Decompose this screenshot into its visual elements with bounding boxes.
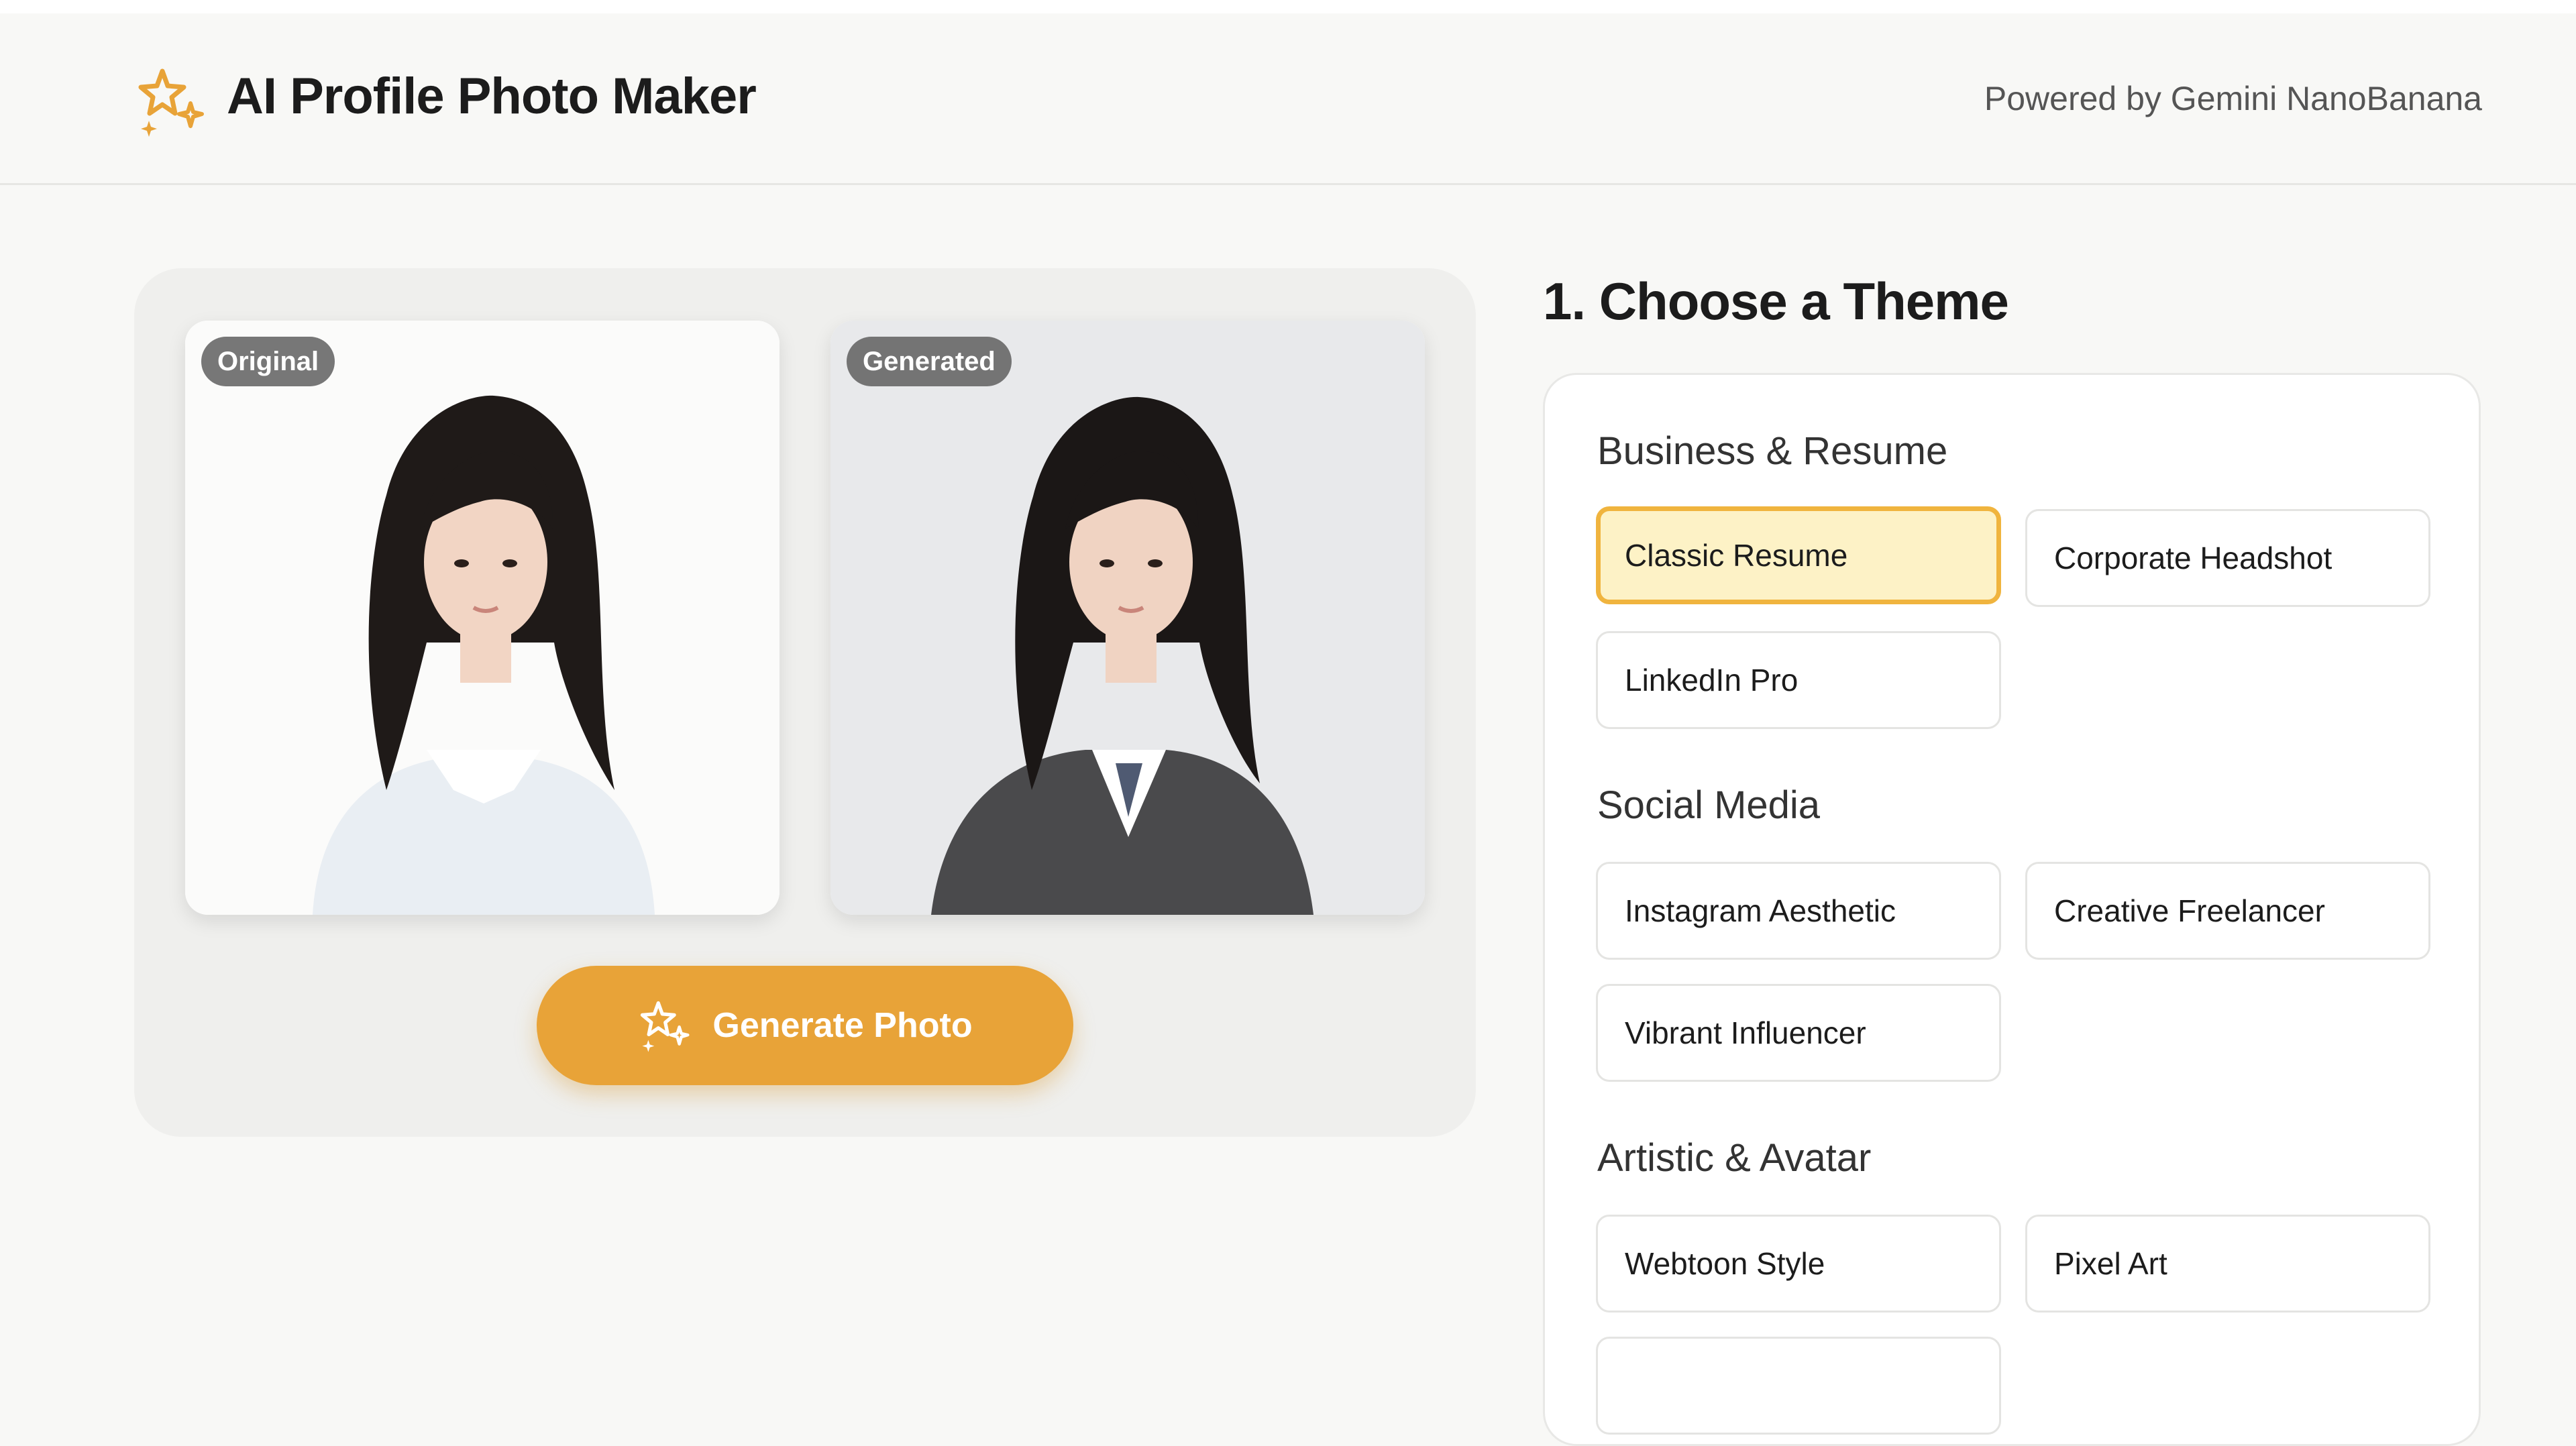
app-title: AI Profile Photo Maker bbox=[227, 68, 757, 125]
theme-linkedin-pro[interactable]: LinkedIn Pro bbox=[1596, 631, 2001, 729]
window-top-strip bbox=[0, 0, 2576, 13]
theme-creative-freelancer[interactable]: Creative Freelancer bbox=[2025, 862, 2430, 960]
original-photo-card: Original bbox=[185, 321, 780, 915]
group-title-social-media: Social Media bbox=[1597, 783, 1821, 827]
powered-by-text: Powered by Gemini NanoBanana bbox=[1984, 80, 2482, 117]
generated-photo bbox=[830, 321, 1425, 915]
sparkles-icon bbox=[641, 1001, 690, 1052]
photo-preview-panel: Original Generated Generate Photo bbox=[134, 268, 1476, 1137]
group-title-artistic-avatar: Artistic & Avatar bbox=[1597, 1136, 1872, 1180]
generate-photo-label: Generate Photo bbox=[712, 1006, 973, 1045]
theme-panel: Business & Resume Classic Resume Corpora… bbox=[1543, 373, 2481, 1446]
theme-pixel-art[interactable]: Pixel Art bbox=[2025, 1215, 2430, 1313]
group-title-business: Business & Resume bbox=[1597, 429, 1948, 473]
app-header: AI Profile Photo Maker Powered by Gemini… bbox=[0, 13, 2576, 185]
generated-photo-card: Generated bbox=[830, 321, 1425, 915]
theme-instagram-aesthetic[interactable]: Instagram Aesthetic bbox=[1596, 862, 2001, 960]
original-photo bbox=[185, 321, 780, 915]
theme-partial-item[interactable] bbox=[1596, 1337, 2001, 1435]
sparkles-icon bbox=[138, 68, 204, 137]
generate-photo-button[interactable]: Generate Photo bbox=[537, 966, 1073, 1085]
original-badge: Original bbox=[201, 337, 335, 386]
theme-vibrant-influencer[interactable]: Vibrant Influencer bbox=[1596, 984, 2001, 1082]
theme-classic-resume[interactable]: Classic Resume bbox=[1596, 506, 2001, 604]
choose-theme-title: 1. Choose a Theme bbox=[1543, 272, 2009, 331]
theme-webtoon-style[interactable]: Webtoon Style bbox=[1596, 1215, 2001, 1313]
generated-badge: Generated bbox=[847, 337, 1012, 386]
theme-corporate-headshot[interactable]: Corporate Headshot bbox=[2025, 509, 2430, 607]
